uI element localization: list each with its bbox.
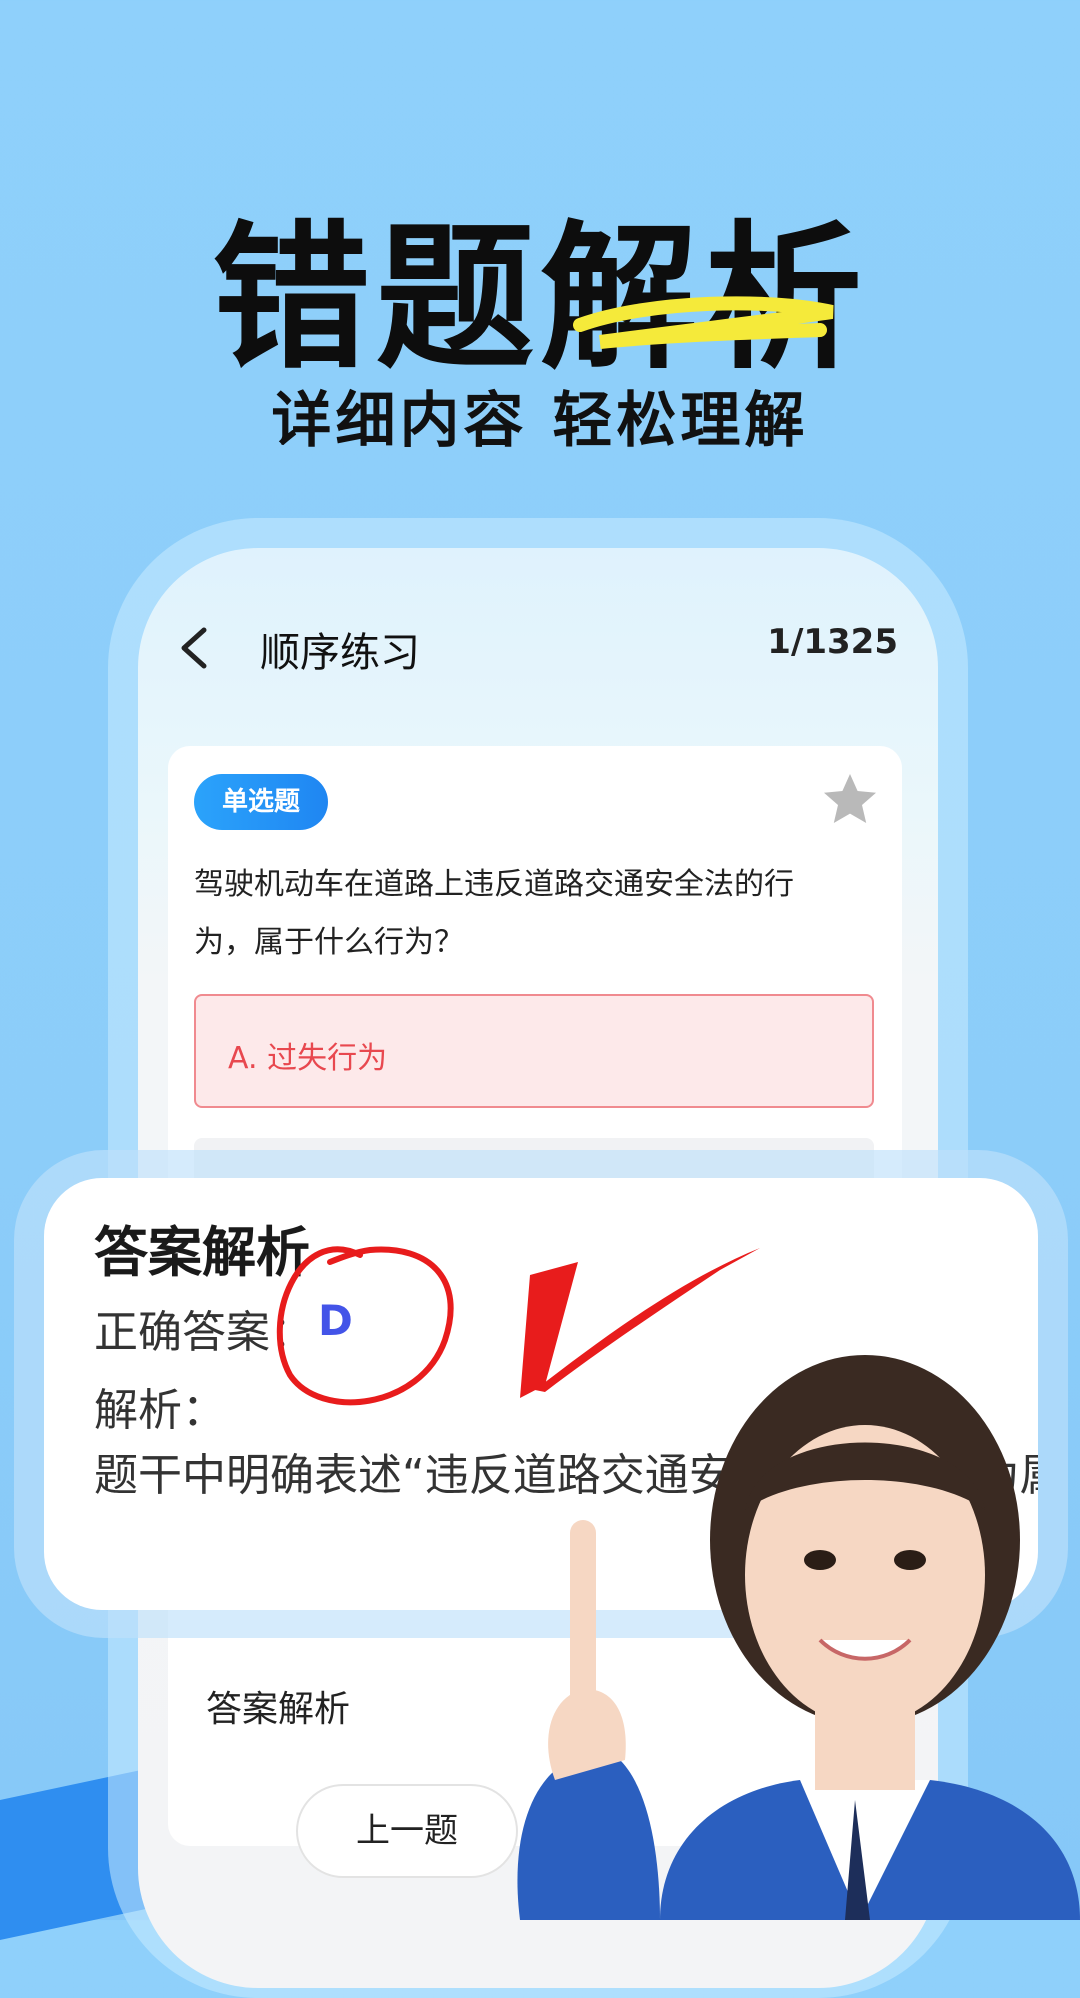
correct-answer-value: D [318, 1296, 353, 1345]
hero-subtitle: 详细内容 轻松理解 [271, 386, 809, 456]
question-text: 驾驶机动车在道路上违反道路交通安全法的行为，属于什么行为？ [194, 867, 794, 960]
analysis-section-title: 答案解析 [206, 1689, 351, 1730]
star-icon[interactable] [820, 770, 880, 830]
presenter-illustration [517, 1355, 1080, 1920]
hero-title: 错题解析 [212, 207, 868, 391]
page-title: 顺序练习 [260, 630, 420, 676]
analysis-label: 解析： [94, 1385, 226, 1436]
chevron-left-icon[interactable] [168, 618, 218, 678]
question-type-badge: 单选题 [194, 774, 328, 830]
correct-answer-label: 正确答案： [94, 1307, 314, 1358]
option-a-label: A. 过失行为 [228, 1041, 388, 1076]
question-progress: 1/1325 [767, 622, 898, 662]
option-a[interactable]: A. 过失行为 [194, 994, 874, 1108]
analysis-popup-title: 答案解析 [94, 1221, 310, 1284]
highlight-underline-decoration [573, 296, 834, 349]
